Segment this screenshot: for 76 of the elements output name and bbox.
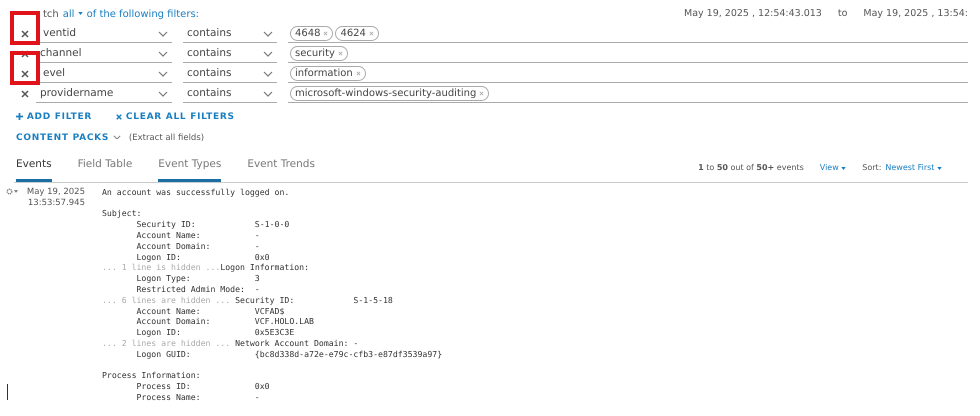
operator-select[interactable]: contains: [183, 65, 277, 83]
close-icon[interactable]: [21, 50, 29, 58]
caret-icon: [112, 134, 121, 140]
caret-icon: [158, 90, 168, 96]
log-line: Account Name: -: [136, 230, 260, 240]
sort-dropdown[interactable]: Newest First: [885, 162, 942, 174]
sort-label: Sort:: [862, 162, 882, 174]
close-icon[interactable]: [21, 30, 29, 38]
caret-icon: [937, 166, 942, 170]
tab[interactable]: Events: [16, 155, 52, 182]
log-line: Account Name: VCFAD$: [136, 306, 284, 316]
caret-icon: [263, 70, 273, 76]
remove-icon[interactable]: [368, 31, 374, 36]
start-time[interactable]: May 19, 2025 , 12:54:43.013: [684, 6, 822, 22]
caret-icon: [263, 90, 273, 96]
log-line: Logon ID: 0x0: [136, 252, 270, 262]
result-count: 1 to 50 out of 50+ events: [698, 162, 804, 174]
event-date: May 19, 2025: [26, 186, 85, 198]
field-select[interactable]: providername: [36, 85, 172, 103]
operator-select[interactable]: contains: [183, 85, 277, 103]
view-dropdown[interactable]: View: [820, 162, 846, 174]
remove-icon[interactable]: [356, 71, 361, 76]
value-tag[interactable]: 4624: [335, 26, 379, 41]
caret-icon: [263, 30, 273, 36]
plus-icon: [16, 113, 23, 120]
log-line: Network Account Domain: -: [234, 338, 358, 348]
operator-select[interactable]: contains: [183, 45, 277, 63]
remove-icon[interactable]: [479, 91, 484, 96]
caret-icon: [78, 12, 83, 16]
remove-icon[interactable]: [323, 31, 328, 36]
log-line: An account was successfully logged on.: [102, 186, 290, 197]
caret-icon: [158, 50, 168, 56]
caret-icon: [841, 166, 846, 170]
operator-select[interactable]: contains: [183, 25, 277, 43]
tab[interactable]: Field Table: [78, 155, 132, 182]
tab[interactable]: Event Types: [158, 155, 222, 182]
caret-icon: [263, 50, 273, 56]
log-line: Security ID: S-1-0-0: [136, 219, 290, 230]
log-line: Process Information:: [102, 370, 201, 380]
add-filter-button[interactable]: ADD FILTER: [16, 111, 92, 124]
field-select[interactable]: channel: [36, 45, 172, 63]
log-line: Subject:: [102, 208, 142, 218]
remove-icon[interactable]: [338, 51, 343, 56]
log-line: Security ID: S-1-5-18: [234, 294, 393, 305]
value-tag[interactable]: security: [290, 46, 348, 61]
log-line: Restricted Admin Mode: -: [136, 284, 260, 294]
close-icon: [116, 114, 122, 120]
caret-icon: [158, 30, 168, 36]
clear-filters-button[interactable]: CLEAR ALL FILTERS: [116, 111, 235, 124]
close-icon[interactable]: [21, 90, 29, 98]
caret-icon: [158, 70, 168, 76]
match-mode-dropdown[interactable]: all: [62, 6, 83, 22]
filters-label: of the following filters:: [86, 8, 200, 22]
close-icon[interactable]: [21, 70, 29, 78]
end-time[interactable]: May 19, 2025 , 13:54:: [863, 6, 968, 22]
log-line: Logon Information:: [220, 262, 310, 272]
log-line: Process Name: -: [136, 392, 260, 402]
extract-fields-note: (Extract all fields): [128, 132, 204, 145]
log-line: Account Domain: VCF.HOLO.LAB: [136, 316, 314, 326]
match-label: tch: [43, 8, 59, 22]
log-line: Account Domain: -: [136, 240, 260, 251]
field-select[interactable]: ventid: [36, 25, 172, 43]
log-line: Logon ID: 0x5E3C3E: [136, 327, 294, 338]
value-tag[interactable]: information: [290, 66, 366, 81]
value-tag[interactable]: microsoft-windows-security-auditing: [290, 86, 490, 101]
log-line: Logon GUID: {bc8d338d-a72e-e79c-cfb3-e87df3539a97}: [136, 348, 442, 359]
tab[interactable]: Event Trends: [247, 155, 315, 182]
gear-menu-icon[interactable]: [6, 188, 18, 195]
value-tag[interactable]: 4648: [290, 26, 334, 41]
field-select[interactable]: evel: [36, 65, 172, 83]
content-packs-dropdown[interactable]: CONTENT PACKS: [16, 132, 121, 145]
log-line: Process ID: 0x0: [136, 381, 270, 392]
event-time: 13:53:57.945: [26, 198, 85, 209]
text-cursor: [7, 384, 8, 400]
range-separator: to: [838, 6, 848, 21]
log-line: Logon Type: 3: [136, 273, 260, 284]
